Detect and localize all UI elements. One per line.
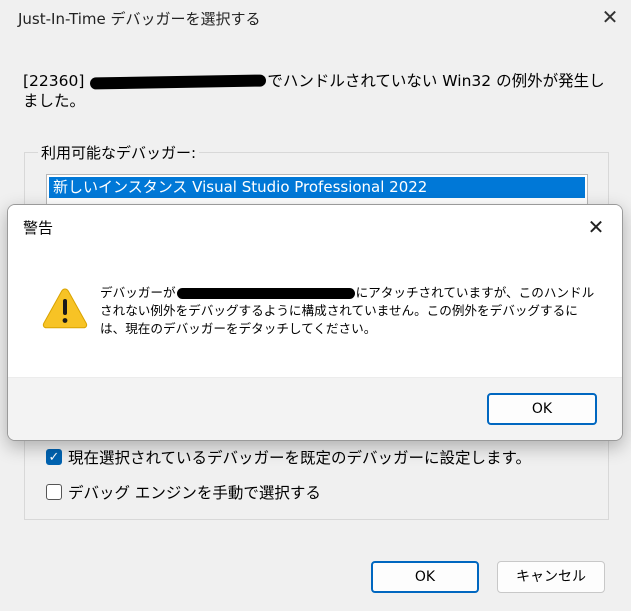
checkbox-checked-icon[interactable]: ✓ (46, 449, 62, 465)
redaction-mark (176, 288, 355, 299)
debugger-list[interactable]: 新しいインスタンス Visual Studio Professional 202… (46, 174, 588, 207)
warning-icon (41, 286, 89, 334)
close-icon[interactable]: ✕ (578, 209, 614, 245)
ok-button[interactable]: OK (371, 561, 479, 593)
warning-message: デバッガーが にアタッチされていますが、このハンドルされない例外をデバッグするよう… (100, 284, 600, 338)
manual-engine-label: デバッグ エンジンを手動で選択する (68, 484, 321, 502)
checkbox-unchecked-icon[interactable] (46, 484, 62, 500)
cancel-button[interactable]: キャンセル (497, 561, 605, 593)
close-icon[interactable]: ✕ (596, 4, 624, 30)
available-debuggers-label: 利用可能なデバッガー: (38, 142, 200, 163)
warning-message-prefix: デバッガーが (100, 285, 176, 300)
warning-titlebar: 警告 ✕ (8, 205, 622, 249)
process-id: [22360] (23, 72, 85, 90)
set-default-debugger-checkbox[interactable]: ✓ 現在選択されているデバッガーを既定のデバッガーに設定します。 (46, 446, 531, 468)
exception-message: [22360] でハンドルされていない Win32 の例外が発生しました。 (23, 71, 613, 111)
redaction-mark (90, 73, 267, 90)
warning-ok-button[interactable]: OK (487, 393, 597, 425)
dialog-title: Just-In-Time デバッガーを選択する (18, 10, 261, 28)
debugger-list-item[interactable]: 新しいインスタンス Visual Studio Professional 202… (49, 177, 585, 198)
manual-engine-checkbox[interactable]: デバッグ エンジンを手動で選択する (46, 481, 321, 503)
warning-dialog: 警告 ✕ デバッガーが にアタッチされていますが、このハンドルされない例外をデバッ… (7, 204, 623, 441)
set-default-debugger-label: 現在選択されているデバッガーを既定のデバッガーに設定します。 (68, 449, 531, 467)
warning-title: 警告 (23, 219, 54, 237)
